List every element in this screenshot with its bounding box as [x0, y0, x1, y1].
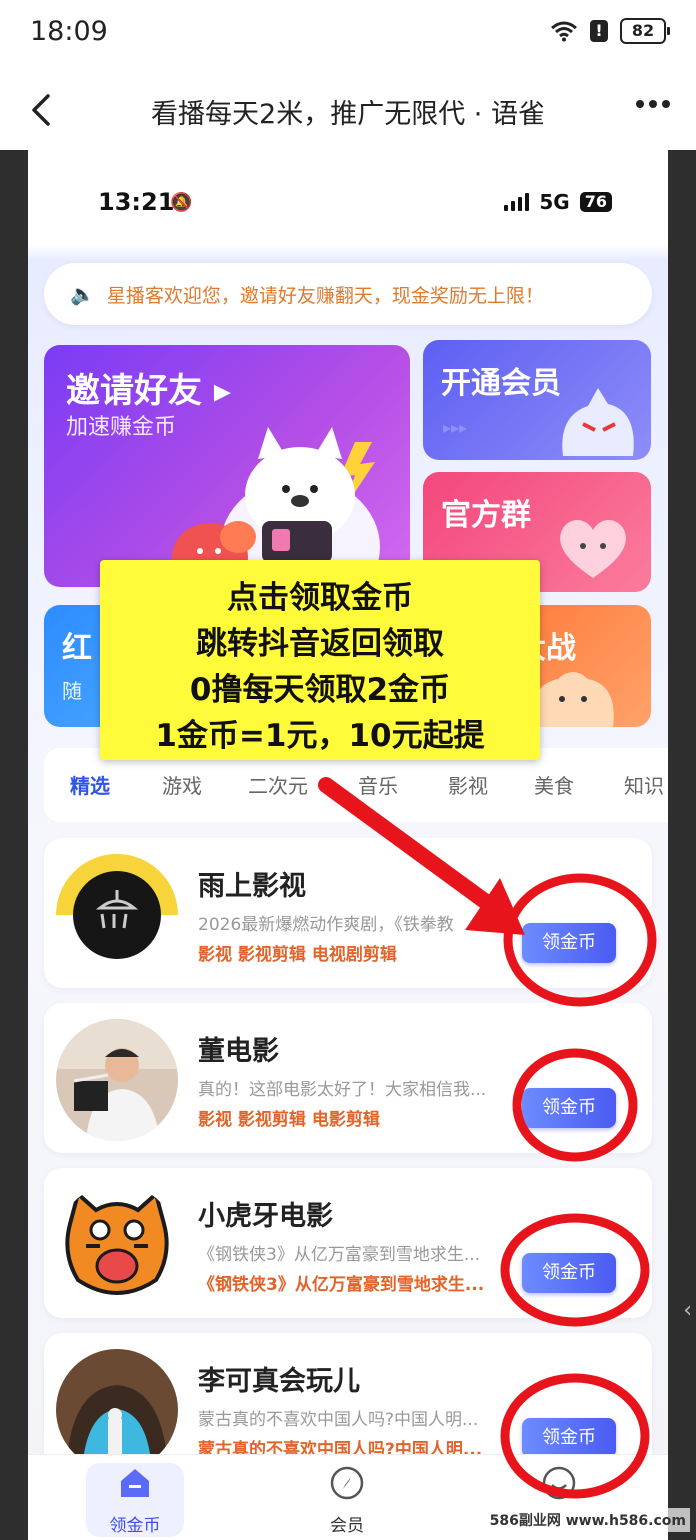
tab-food[interactable]: 美食: [534, 770, 574, 799]
invite-title: 邀请好友 ▸: [66, 371, 231, 411]
phone-screen: 13:21 🔕 5G 76 🔈 星播客欢迎您，邀请好友赚翻天，现金奖励无上限！ …: [28, 150, 668, 1540]
nav-vip[interactable]: 会员: [292, 1465, 402, 1536]
promo-overlay-text: 点击领取金币 跳转抖音返回领取 0撸每天领取2金币 1金币=1元，10元起提: [100, 560, 540, 760]
list-item[interactable]: 小虎牙电影 《钢铁侠3》从亿万富豪到雪地求生... 《钢铁侠3》从亿万富豪到雪地…: [44, 1168, 652, 1318]
page-title: 看播每天2米，推广无限代 · 语雀: [151, 99, 545, 130]
phone-status-icons: 5G 76: [504, 190, 612, 214]
claim-coins-button[interactable]: 领金币: [522, 1253, 616, 1293]
tab-featured[interactable]: 精选: [70, 770, 110, 799]
item-tags: 影视 影视剪辑 电影剪辑: [198, 1110, 380, 1130]
list-item[interactable]: 董电影 真的！这部电影太好了！大家相信我... 影视 影视剪辑 电影剪辑 领金币: [44, 1003, 652, 1153]
item-description: 真的！这部电影太好了！大家相信我...: [198, 1080, 487, 1100]
item-name: 董电影: [198, 1036, 279, 1067]
claim-coins-button[interactable]: 领金币: [522, 923, 616, 963]
speaker-icon: 🔈: [70, 282, 95, 306]
avatar: [56, 1184, 178, 1306]
item-name: 小虎牙电影: [198, 1201, 333, 1232]
phone-battery: 76: [579, 192, 612, 212]
play-arrows-icon: ▸▸▸: [443, 418, 468, 437]
heart-icon: [560, 519, 626, 578]
more-icon[interactable]: [636, 100, 670, 108]
tab-music[interactable]: 音乐: [358, 770, 398, 799]
avatar: [56, 1019, 178, 1141]
alert-icon: !: [590, 20, 608, 42]
nav-label: 领金币: [109, 1516, 161, 1536]
item-tags: 影视 影视剪辑 电视剧剪辑: [198, 945, 397, 965]
nav-label: 会员: [330, 1516, 364, 1536]
avatar: [56, 854, 178, 976]
vip-card[interactable]: 开通会员 ▸▸▸: [423, 340, 651, 460]
tab-knowledge[interactable]: 知识: [624, 770, 664, 799]
smile-icon: [542, 1466, 576, 1500]
claim-coins-button[interactable]: 领金币: [522, 1088, 616, 1128]
tab-games[interactable]: 游戏: [162, 770, 202, 799]
notice-bar[interactable]: 🔈 星播客欢迎您，邀请好友赚翻天，现金奖励无上限！: [44, 263, 652, 325]
notice-text: 星播客欢迎您，邀请好友赚翻天，现金奖励无上限！: [106, 284, 544, 307]
item-description: 《钢铁侠3》从亿万富豪到雪地求生...: [198, 1245, 481, 1265]
avatar: [56, 1349, 178, 1471]
item-tags: 《钢铁侠3》从亿万富豪到雪地求生...: [198, 1275, 485, 1295]
side-handle-icon[interactable]: ‹: [683, 1298, 692, 1323]
item-description: 2026最新爆燃动作爽剧，《铁拳教: [198, 915, 454, 935]
article-page: 18:09 ! 82 看播每天2米，推广无限代 · 语雀 13:21 🔕 5G …: [0, 0, 696, 1540]
item-name: 李可真会玩儿: [198, 1366, 360, 1397]
tab-anime[interactable]: 二次元: [248, 770, 308, 799]
bell-off-icon: 🔕: [170, 192, 193, 213]
monster-illustration: [562, 388, 634, 456]
nav-claim-coins[interactable]: 领金币: [80, 1465, 190, 1536]
overlay-line: 跳转抖音返回领取: [196, 626, 444, 662]
phone-status-bar: 13:21 🔕 5G 76: [28, 150, 668, 245]
signal-icon: [504, 193, 530, 211]
nav-bar: 看播每天2米，推广无限代 · 语雀: [0, 70, 696, 150]
embedded-screenshot: 13:21 🔕 5G 76 🔈 星播客欢迎您，邀请好友赚翻天，现金奖励无上限！ …: [0, 150, 696, 1540]
overlay-line: 1金币=1元，10元起提: [155, 718, 485, 754]
status-bar: 18:09 ! 82: [0, 0, 696, 70]
compass-icon: [330, 1466, 364, 1500]
watermark: 586副业网 www.h586.com: [485, 1508, 690, 1532]
wifi-icon: [550, 20, 578, 42]
status-icons: ! 82: [550, 18, 670, 44]
claim-coins-button[interactable]: 领金币: [522, 1418, 616, 1458]
overlay-line: 点击领取金币: [227, 580, 413, 616]
phone-time: 13:21: [98, 188, 175, 216]
tab-film[interactable]: 影视: [448, 770, 488, 799]
invite-friends-card[interactable]: 邀请好友 ▸ 加速赚金币: [44, 345, 410, 587]
vip-title: 开通会员: [441, 366, 561, 401]
group-title: 官方群: [441, 498, 531, 533]
list-item[interactable]: 雨上影视 2026最新爆燃动作爽剧，《铁拳教 影视 影视剪辑 电视剧剪辑 领金币: [44, 838, 652, 988]
item-description: 蒙古真的不喜欢中国人吗?中国人明...: [198, 1410, 479, 1430]
coin-home-icon: [121, 1469, 149, 1497]
toast-mascot-illustration: [532, 672, 614, 727]
overlay-line: 0撸每天领取2金币: [189, 672, 451, 708]
nav-profile[interactable]: [504, 1465, 614, 1511]
red-subtitle: 随: [62, 679, 82, 703]
item-name: 雨上影视: [198, 871, 306, 902]
battery-icon: 82: [620, 18, 670, 44]
network-label: 5G: [539, 190, 570, 214]
status-time: 18:09: [30, 16, 108, 47]
red-title: 红: [62, 631, 92, 666]
